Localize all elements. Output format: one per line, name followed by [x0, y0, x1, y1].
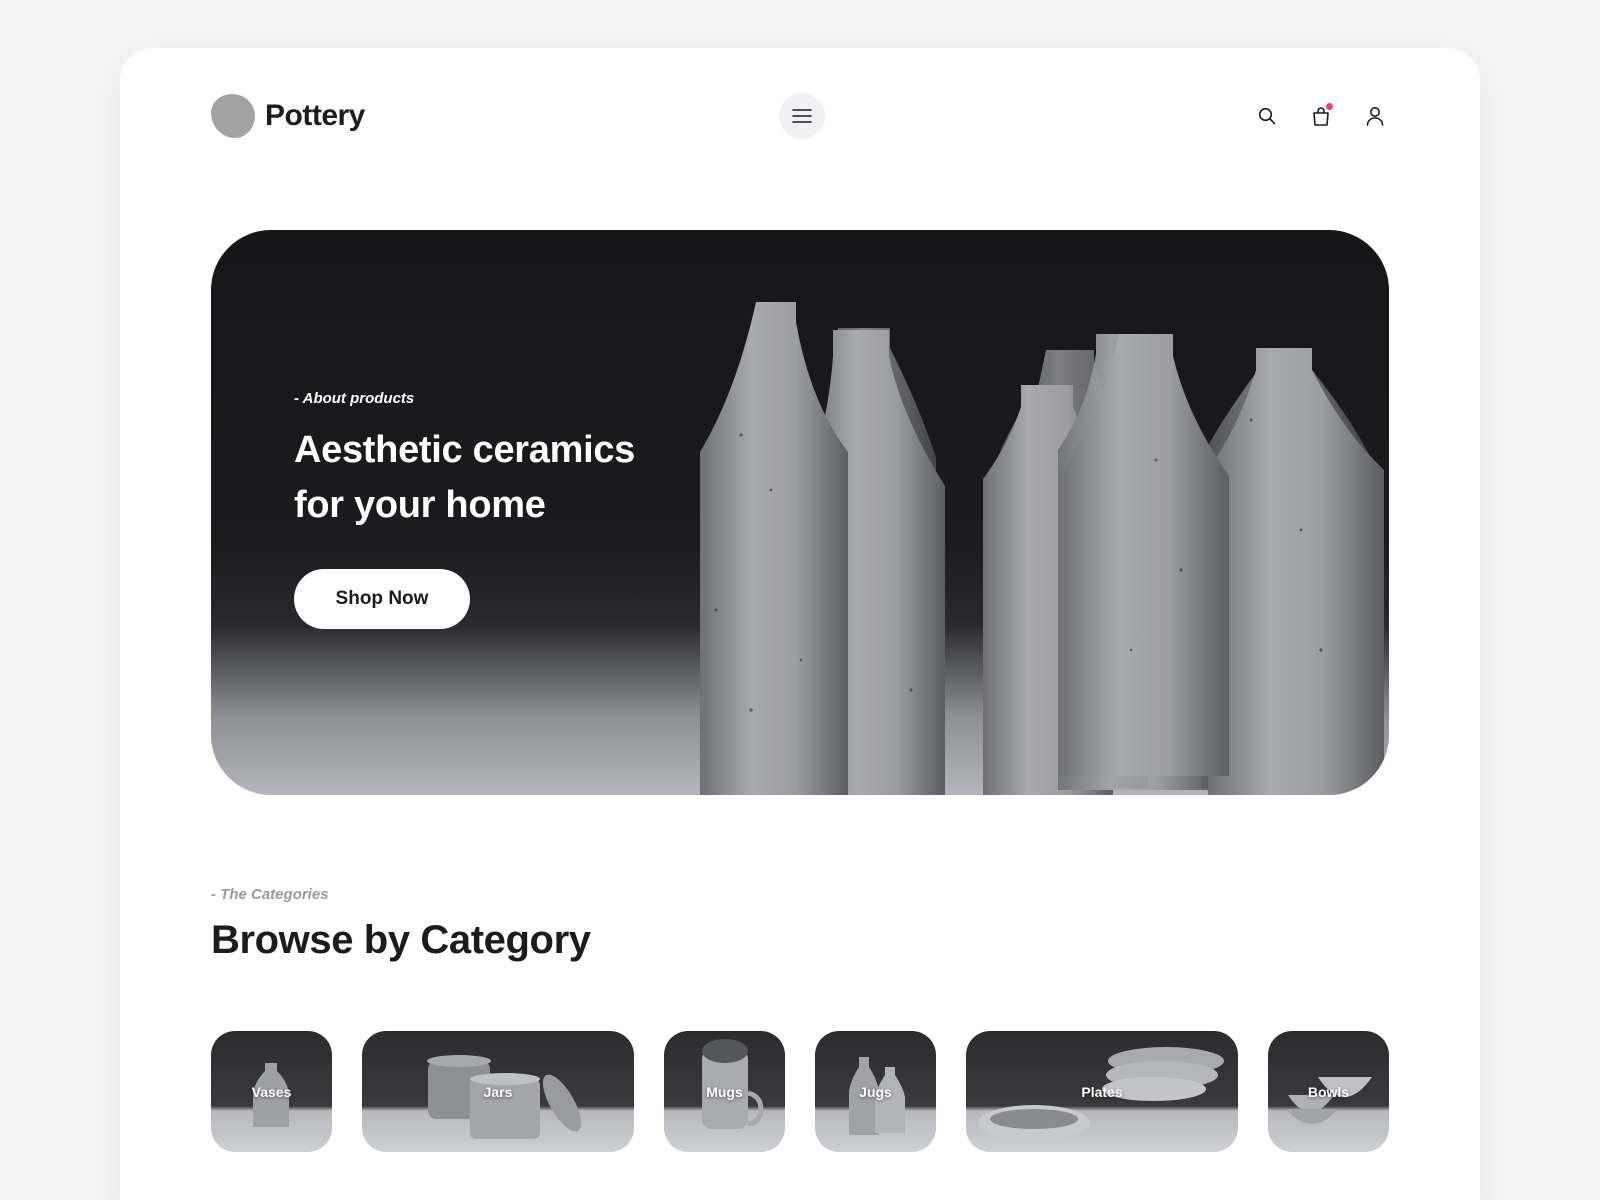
category-label: Mugs: [706, 1083, 743, 1100]
logo-mark: [211, 94, 255, 138]
logo-text: Pottery: [265, 99, 365, 132]
cart-badge: [1326, 103, 1333, 110]
category-label: Bowls: [1307, 1083, 1350, 1100]
logo[interactable]: Pottery: [211, 94, 365, 138]
cart-button[interactable]: [1307, 102, 1335, 130]
hero-title: Aesthetic ceramics for your home: [294, 429, 636, 526]
search-button[interactable]: [1253, 102, 1281, 130]
shop-now-button[interactable]: Shop Now: [294, 569, 470, 629]
category-label: Jugs: [859, 1083, 892, 1100]
categories-eyebrow: - The Categories: [211, 886, 329, 903]
category-tile-vases[interactable]: Vases: [211, 1031, 332, 1152]
header-actions: [1253, 102, 1389, 130]
search-icon: [1258, 107, 1276, 125]
user-icon: [1366, 107, 1384, 126]
menu-button[interactable]: [779, 93, 825, 139]
hamburger-icon: [792, 109, 812, 123]
page-card: Pottery - About products Aesthetic ceram…: [120, 48, 1480, 1200]
category-tile-mugs[interactable]: Mugs: [664, 1031, 785, 1152]
category-tile-jars[interactable]: Jars: [362, 1031, 634, 1152]
hero-eyebrow: - About products: [294, 390, 415, 407]
category-label: Plates: [1081, 1083, 1123, 1100]
categories-title: Browse by Category: [211, 918, 591, 962]
account-button[interactable]: [1361, 102, 1389, 130]
category-label: Jars: [483, 1083, 513, 1100]
category-tile-jugs[interactable]: Jugs: [815, 1031, 936, 1152]
hero-content: - About products Aesthetic ceramics for …: [294, 390, 674, 629]
category-label: Vases: [251, 1083, 292, 1100]
category-tile-plates[interactable]: Plates: [966, 1031, 1238, 1152]
category-tile-bowls[interactable]: Bowls: [1268, 1031, 1389, 1152]
hero-banner: - About products Aesthetic ceramics for …: [211, 230, 1389, 795]
